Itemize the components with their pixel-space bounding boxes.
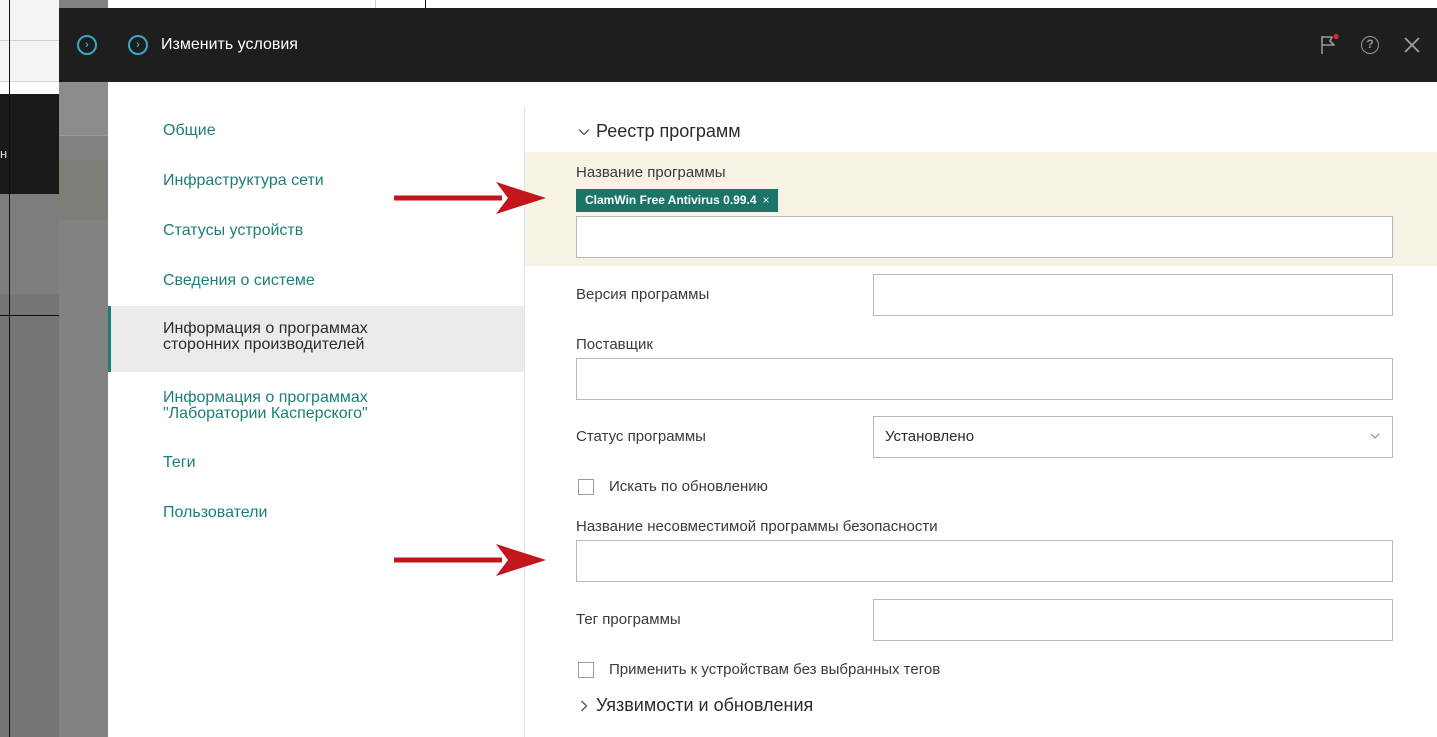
- apply-without-tags-label: Применить к устройствам без выбранных те…: [609, 661, 941, 678]
- nav-item-label: "Лаборатории Касперского": [163, 405, 368, 422]
- incompatible-security-label: Название несовместимой программы безопас…: [576, 518, 938, 535]
- annotation-arrow-icon: [394, 182, 546, 214]
- apply-without-tags-checkbox[interactable]: [578, 662, 594, 678]
- annotation-arrow-icon: [394, 544, 546, 576]
- program-status-value: Установлено: [885, 428, 975, 445]
- dialog-header: › › Изменить условия ?: [59, 8, 1437, 82]
- dialog-title: Изменить условия: [161, 36, 298, 53]
- nav-item-label: Статусы устройств: [163, 222, 304, 239]
- nav-item-label: Пользователи: [163, 504, 268, 521]
- background-overlay-column: [59, 0, 108, 737]
- program-version-label: Версия программы: [576, 286, 710, 303]
- nav-item-users[interactable]: Пользователи: [108, 505, 524, 521]
- background-text-fragment: н: [0, 146, 8, 161]
- help-icon[interactable]: ?: [1361, 36, 1379, 54]
- nav-item-third-party-apps[interactable]: Информация о программах сторонних произв…: [108, 306, 524, 372]
- close-icon[interactable]: [1401, 34, 1423, 56]
- nav-item-device-statuses[interactable]: Статусы устройств: [108, 223, 524, 239]
- chevron-circle-icon[interactable]: ›: [128, 35, 148, 55]
- background-block: [59, 160, 108, 220]
- nav-item-tags[interactable]: Теги: [108, 455, 524, 471]
- program-name-chip: ClamWin Free Antivirus 0.99.4 ×: [576, 189, 778, 212]
- incompatible-security-input[interactable]: [576, 540, 1393, 582]
- chip-remove-icon[interactable]: ×: [763, 193, 770, 207]
- chevron-down-icon: [578, 129, 590, 136]
- chevron-right-icon: [581, 700, 588, 712]
- nav-item-label: Информация о программах: [163, 320, 368, 337]
- nav-item-label: Общие: [163, 122, 216, 139]
- vuln-section-toggle[interactable]: Уязвимости и обновления: [578, 694, 813, 716]
- chip-label: ClamWin Free Antivirus 0.99.4: [585, 193, 757, 207]
- background-frame-line: [425, 0, 426, 8]
- background-frame-line: [375, 0, 376, 8]
- program-status-label: Статус программы: [576, 428, 706, 445]
- program-version-input[interactable]: [873, 274, 1393, 316]
- program-name-label: Название программы: [576, 164, 726, 181]
- registry-section-toggle[interactable]: Реестр программ: [578, 120, 741, 142]
- search-by-update-checkbox[interactable]: [578, 479, 594, 495]
- vuln-section-title: Уязвимости и обновления: [596, 695, 814, 715]
- registry-section-title: Реестр программ: [596, 121, 741, 141]
- vendor-label: Поставщик: [576, 336, 653, 353]
- vendor-input[interactable]: [576, 358, 1393, 400]
- nav-item-label: Сведения о системе: [163, 272, 315, 289]
- nav-item-label: сторонних производителей: [163, 336, 365, 353]
- background-frame-line: [0, 315, 59, 316]
- background-block: [59, 82, 108, 136]
- nav-item-general[interactable]: Общие: [108, 123, 524, 139]
- flag-notification-icon[interactable]: [1317, 33, 1341, 57]
- chevron-down-icon: [1370, 433, 1380, 439]
- search-by-update-label: Искать по обновлению: [609, 478, 768, 495]
- nav-item-kaspersky-apps[interactable]: Информация о программах "Лаборатории Кас…: [108, 390, 524, 422]
- chevron-circle-icon[interactable]: ›: [77, 35, 97, 55]
- program-name-input[interactable]: [576, 216, 1393, 258]
- nav-item-label: Информация о программах: [163, 389, 368, 406]
- background-frame-line: [9, 0, 10, 737]
- program-tag-label: Тег программы: [576, 611, 681, 628]
- nav-item-label: Инфраструктура сети: [163, 172, 324, 189]
- program-tag-input[interactable]: [873, 599, 1393, 641]
- nav-item-label: Теги: [163, 454, 196, 471]
- program-status-select[interactable]: Установлено: [873, 416, 1393, 458]
- nav-item-system-info[interactable]: Сведения о системе: [108, 273, 524, 289]
